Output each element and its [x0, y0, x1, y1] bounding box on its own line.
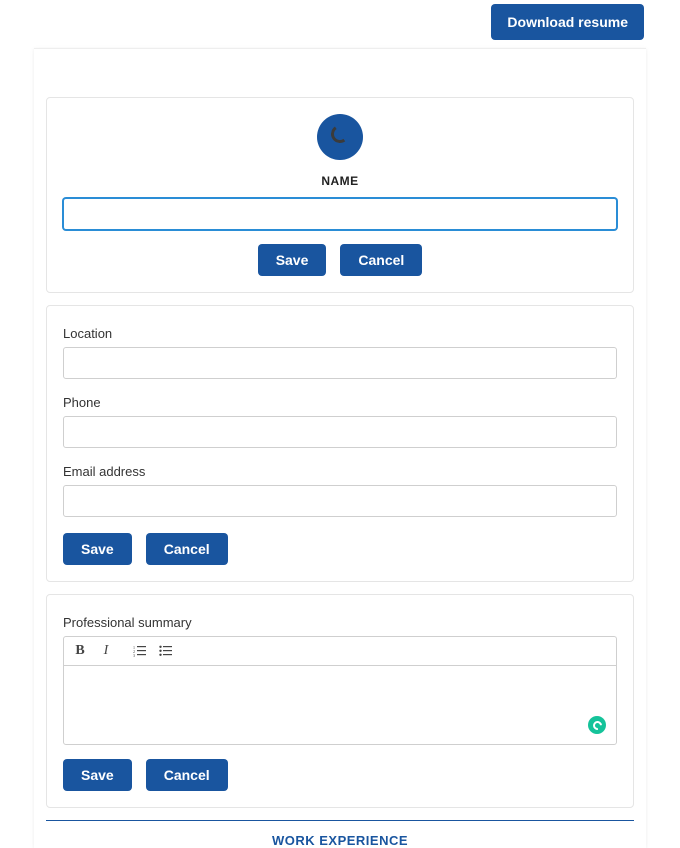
- summary-save-button[interactable]: Save: [63, 759, 132, 791]
- contact-card: Location Phone Email address Save Cancel: [46, 305, 634, 582]
- work-experience-title: WORK EXPERIENCE: [46, 820, 634, 848]
- name-label: NAME: [63, 174, 617, 188]
- name-card: NAME Save Cancel: [46, 97, 634, 293]
- editor-toolbar: B I 1 2 3: [63, 636, 617, 665]
- phone-input[interactable]: [63, 416, 617, 448]
- summary-label: Professional summary: [63, 615, 617, 630]
- contact-cancel-button[interactable]: Cancel: [146, 533, 228, 565]
- header-bar: Download resume: [0, 0, 680, 40]
- name-input[interactable]: [63, 198, 617, 230]
- ordered-list-icon[interactable]: 1 2 3: [132, 643, 148, 659]
- location-label: Location: [63, 326, 617, 341]
- phone-label: Phone: [63, 395, 617, 410]
- name-button-row: Save Cancel: [63, 244, 617, 276]
- email-input[interactable]: [63, 485, 617, 517]
- avatar: [317, 114, 363, 160]
- summary-editor[interactable]: [63, 665, 617, 745]
- summary-card: Professional summary B I 1 2 3: [46, 594, 634, 808]
- contact-save-button[interactable]: Save: [63, 533, 132, 565]
- email-group: Email address: [63, 464, 617, 517]
- summary-button-row: Save Cancel: [63, 759, 617, 791]
- location-group: Location: [63, 326, 617, 379]
- summary-cancel-button[interactable]: Cancel: [146, 759, 228, 791]
- contact-button-row: Save Cancel: [63, 533, 617, 565]
- phone-group: Phone: [63, 395, 617, 448]
- bold-icon[interactable]: B: [72, 643, 88, 659]
- location-input[interactable]: [63, 347, 617, 379]
- italic-icon[interactable]: I: [98, 643, 114, 659]
- grammarly-icon[interactable]: [588, 716, 606, 734]
- avatar-placeholder-icon: [330, 124, 351, 145]
- svg-text:3: 3: [133, 653, 135, 657]
- resume-editor-container: NAME Save Cancel Location Phone Email ad…: [34, 48, 646, 848]
- download-resume-button[interactable]: Download resume: [491, 4, 644, 40]
- unordered-list-icon[interactable]: [158, 643, 174, 659]
- name-save-button[interactable]: Save: [258, 244, 327, 276]
- email-label: Email address: [63, 464, 617, 479]
- name-cancel-button[interactable]: Cancel: [340, 244, 422, 276]
